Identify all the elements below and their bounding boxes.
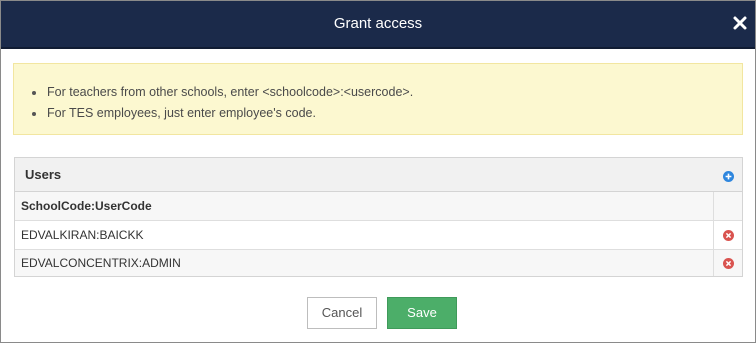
dialog-titlebar: Grant access (1, 1, 755, 49)
user-code-cell: EDVALCONCENTRIX:ADMIN (21, 256, 181, 270)
column-divider (713, 192, 714, 220)
users-panel-header: Users (15, 158, 742, 192)
instructions-list: For teachers from other schools, enter <… (32, 82, 413, 124)
remove-circle-icon[interactable] (723, 257, 734, 269)
instruction-text: For TES employees, just enter employee's… (47, 106, 316, 120)
users-panel: Users SchoolCode:UserCode EDVALKIRAN:BAI… (14, 157, 743, 277)
cancel-button[interactable]: Cancel (307, 297, 377, 329)
column-header-schoolcode-usercode: SchoolCode:UserCode (21, 199, 152, 213)
table-row: EDVALCONCENTRIX:ADMIN (15, 250, 742, 276)
save-button[interactable]: Save (387, 297, 457, 329)
bullet-icon (32, 91, 36, 95)
table-row: EDVALKIRAN:BAICKK (15, 221, 742, 250)
instruction-text: For teachers from other schools, enter <… (47, 85, 414, 99)
user-code-cell: EDVALKIRAN:BAICKK (21, 228, 144, 242)
instruction-item: For TES employees, just enter employee's… (32, 103, 413, 124)
users-panel-title: Users (25, 167, 62, 182)
instructions-notice: For teachers from other schools, enter <… (13, 63, 743, 135)
column-divider (713, 250, 714, 276)
remove-circle-icon[interactable] (723, 229, 734, 241)
plus-circle-icon[interactable] (723, 170, 734, 182)
users-table-header: SchoolCode:UserCode (15, 192, 742, 221)
close-icon[interactable] (731, 14, 749, 32)
column-divider (713, 221, 714, 249)
bullet-icon (32, 112, 36, 116)
grant-access-dialog: Grant access For teachers from other sch… (0, 0, 756, 343)
instruction-item: For teachers from other schools, enter <… (32, 82, 413, 103)
dialog-title: Grant access (333, 15, 423, 32)
